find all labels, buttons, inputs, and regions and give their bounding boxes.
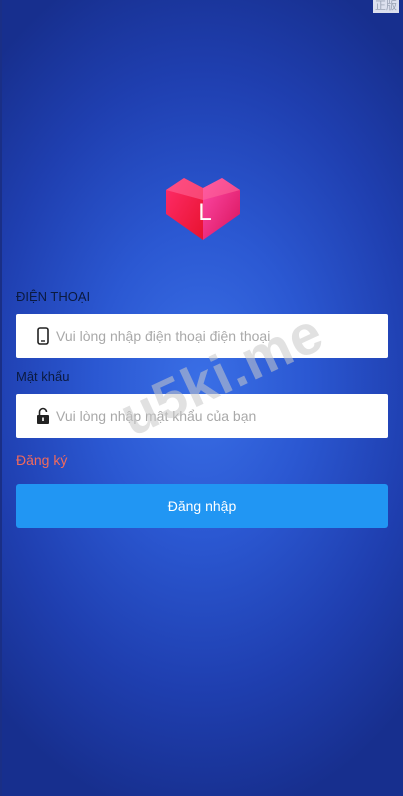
password-field[interactable] [16, 394, 388, 438]
left-frame-line [0, 0, 2, 796]
phone-icon [30, 327, 56, 345]
login-button[interactable]: Đăng nhập [16, 484, 388, 528]
password-label: Mật khẩu [16, 369, 70, 384]
phone-field[interactable] [16, 314, 388, 358]
app-logo: L [164, 176, 242, 242]
corner-tag: 正版 [373, 0, 399, 13]
phone-label: ĐIỆN THOẠI [16, 289, 91, 304]
register-link[interactable]: Đăng ký [16, 452, 67, 468]
phone-input[interactable] [56, 314, 388, 358]
logo-letter: L [198, 199, 211, 226]
password-input[interactable] [56, 394, 388, 438]
heart-bag-icon: L [166, 178, 240, 240]
lock-icon [30, 407, 56, 425]
